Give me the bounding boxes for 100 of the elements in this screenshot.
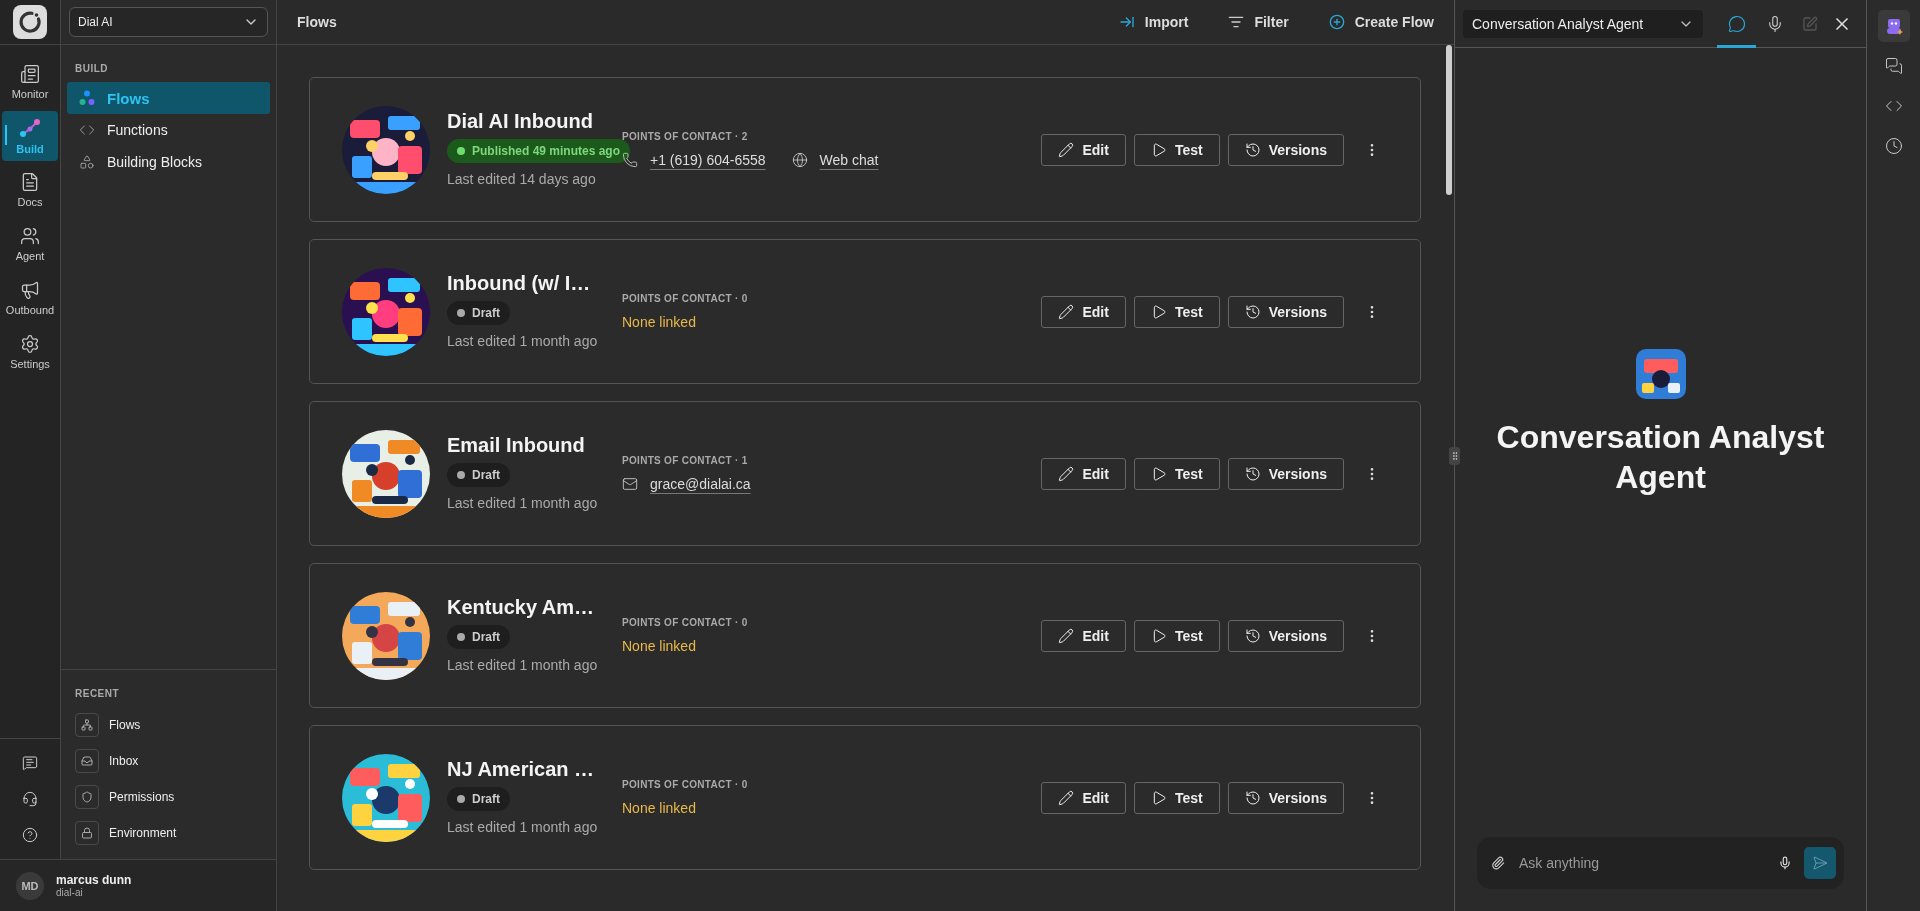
flow-title[interactable]: Dial AI Inbound: [447, 110, 622, 133]
lock-icon: [75, 821, 99, 845]
test-button[interactable]: Test: [1133, 619, 1220, 652]
last-edited: Last edited 1 month ago: [447, 818, 599, 837]
pencil-icon: [1058, 627, 1075, 644]
test-button[interactable]: Test: [1133, 457, 1220, 490]
flow-title[interactable]: Kentucky Am…: [447, 596, 622, 619]
mic-icon[interactable]: [1778, 856, 1792, 870]
nav-item[interactable]: Agent: [2, 219, 58, 269]
nav-item[interactable]: Monitor: [2, 57, 58, 107]
status-badge: Draft: [447, 463, 510, 487]
headset-icon[interactable]: [22, 791, 38, 807]
last-edited: Last edited 1 month ago: [447, 494, 599, 513]
versions-button[interactable]: Versions: [1227, 133, 1344, 166]
contacts-label: POINTS OF CONTACT · 0: [622, 293, 749, 304]
edit-button[interactable]: Edit: [1041, 133, 1126, 166]
contacts-label: POINTS OF CONTACT · 0: [622, 617, 749, 628]
help-icon[interactable]: [22, 827, 38, 843]
recent-item[interactable]: Environment: [61, 815, 276, 851]
versions-button[interactable]: Versions: [1227, 619, 1344, 652]
history-icon: [1244, 303, 1261, 320]
history-icon: [1244, 789, 1261, 806]
app-logo[interactable]: [13, 5, 47, 39]
message-input[interactable]: Ask anything: [1517, 854, 1766, 872]
user-handle: dial-ai: [56, 887, 84, 898]
send-icon: [1812, 855, 1828, 871]
create-flow-button[interactable]: Create Flow: [1328, 14, 1434, 30]
network-icon: [75, 713, 99, 737]
user-name: marcus dunn: [56, 873, 132, 887]
section-title: BUILD: [74, 62, 110, 76]
edit-button[interactable]: Edit: [1041, 619, 1126, 652]
last-edited: Last edited 14 days ago: [447, 170, 597, 189]
versions-button[interactable]: Versions: [1227, 781, 1344, 814]
nav-item[interactable]: Settings: [2, 327, 58, 377]
scrollbar-thumb[interactable]: [1446, 45, 1452, 195]
plus-circle-icon: [1328, 14, 1345, 30]
test-button[interactable]: Test: [1133, 781, 1220, 814]
contact-link[interactable]: Web chat: [791, 152, 879, 168]
send-button[interactable]: [1804, 847, 1836, 879]
versions-button[interactable]: Versions: [1227, 457, 1344, 490]
last-edited: Last edited 1 month ago: [447, 656, 599, 675]
edit-button[interactable]: Edit: [1041, 781, 1126, 814]
history-icon: [1244, 465, 1261, 482]
clock-icon: [1884, 137, 1903, 155]
agent-icon: [20, 226, 40, 246]
flow-title[interactable]: NJ American …: [447, 758, 622, 781]
sidebar-item[interactable]: Flows: [67, 82, 270, 114]
paperclip-icon[interactable]: [1491, 856, 1505, 870]
pencil-icon: [1058, 141, 1075, 158]
nodes-icon: [19, 117, 41, 139]
recent-item[interactable]: Permissions: [61, 779, 276, 815]
section-title: RECENT: [74, 687, 121, 701]
nav-item[interactable]: Docs: [2, 165, 58, 215]
none-linked-note: None linked: [622, 800, 697, 816]
import-button[interactable]: Import: [1118, 14, 1189, 30]
none-linked-note: None linked: [622, 638, 697, 654]
docs-icon: [20, 172, 40, 192]
nav-item[interactable]: Build: [2, 111, 58, 161]
shield-icon: [75, 785, 99, 809]
versions-button[interactable]: Versions: [1227, 295, 1344, 328]
recent-item[interactable]: Inbox: [61, 743, 276, 779]
history-icon: [1244, 141, 1261, 158]
shapes-icon: [79, 154, 95, 170]
status-badge: Draft: [447, 625, 510, 649]
filter-icon: [1228, 14, 1245, 30]
agent-select[interactable]: Conversation Analyst Agent: [1463, 9, 1704, 38]
monitor-icon: [20, 64, 40, 84]
sidebar-item[interactable]: Building Blocks: [67, 146, 270, 178]
pencil-icon: [1058, 465, 1075, 482]
workspace-select[interactable]: Dial AI: [69, 7, 268, 37]
contacts-label: POINTS OF CONTACT · 2: [622, 131, 749, 142]
settings-icon: [20, 334, 40, 354]
recent-item[interactable]: Flows: [61, 707, 276, 743]
contacts-label: POINTS OF CONTACT · 1: [622, 455, 749, 466]
status-badge: Draft: [447, 787, 510, 811]
flow-title[interactable]: Email Inbound: [447, 434, 622, 457]
page-title: Flows: [297, 14, 338, 30]
chat-icon[interactable]: [22, 755, 38, 771]
contact-link[interactable]: grace@dialai.ca: [622, 476, 751, 492]
test-button[interactable]: Test: [1133, 295, 1220, 328]
arrow-to-line-icon: [1118, 14, 1135, 30]
edit-button[interactable]: Edit: [1041, 457, 1126, 490]
outbound-icon: [20, 280, 40, 300]
edit-button[interactable]: Edit: [1041, 295, 1126, 328]
history-icon: [1244, 627, 1261, 644]
phone-icon: [622, 152, 638, 168]
robot-button[interactable]: [1877, 10, 1910, 42]
edit-square-icon: [1802, 15, 1819, 32]
chat-bubble-icon: [1727, 14, 1746, 33]
sidebar-item[interactable]: Functions: [67, 114, 270, 146]
user-avatar[interactable]: MD: [16, 871, 44, 900]
status-badge: Published 49 minutes ago: [447, 139, 631, 163]
resize-handle[interactable]: [1449, 447, 1460, 465]
status-badge: Draft: [447, 301, 510, 325]
code-icon: [79, 122, 95, 138]
flows-icon: [79, 90, 95, 106]
filter-button[interactable]: Filter: [1228, 14, 1289, 30]
nav-item[interactable]: Outbound: [2, 273, 58, 323]
test-button[interactable]: Test: [1133, 133, 1220, 166]
flow-title[interactable]: Inbound (w/ I…: [447, 272, 622, 295]
